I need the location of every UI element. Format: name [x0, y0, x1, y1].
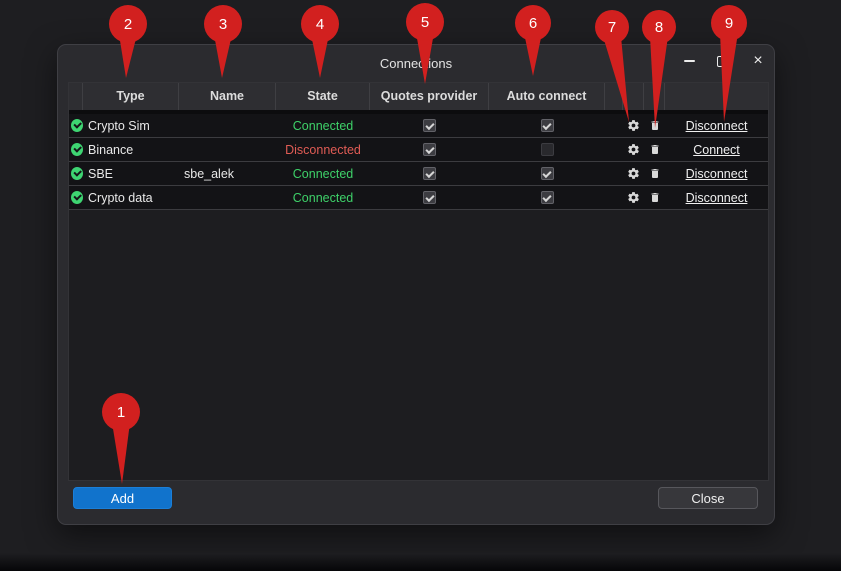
svg-text:7: 7 [608, 19, 616, 36]
column-header-status [69, 83, 83, 110]
connection-action-link[interactable]: Disconnect [686, 119, 748, 133]
status-ok-icon [71, 191, 83, 204]
table-body: Crypto Sim Connected Disconnect Binance … [69, 114, 768, 210]
auto-connect-checkbox[interactable] [541, 143, 554, 156]
status-ok-icon [71, 119, 83, 132]
status-ok-icon [71, 167, 83, 180]
connection-state: Connected [276, 114, 370, 137]
quotes-provider-checkbox[interactable] [423, 119, 436, 132]
delete-trash-icon[interactable] [644, 138, 665, 161]
connection-state: Disconnected [276, 138, 370, 161]
maximize-button[interactable] [708, 50, 736, 72]
auto-connect-checkbox[interactable] [541, 167, 554, 180]
svg-text:8: 8 [655, 19, 663, 36]
column-header-name: Name [179, 83, 276, 110]
connection-action-link[interactable]: Disconnect [686, 191, 748, 205]
delete-trash-icon[interactable] [644, 186, 665, 209]
table-row: Crypto data Connected Disconnect [69, 186, 768, 210]
connection-type: Crypto data [83, 186, 179, 209]
close-icon: × [753, 50, 762, 72]
quotes-provider-checkbox[interactable] [423, 143, 436, 156]
column-header-settings [623, 83, 644, 110]
column-header-spacer [605, 83, 623, 110]
delete-trash-icon[interactable] [644, 114, 665, 137]
connections-dialog: Connections × Type Name State Quotes pro… [57, 44, 775, 525]
connection-state: Connected [276, 186, 370, 209]
table-row: SBE sbe_alek Connected Disconnect [69, 162, 768, 186]
connection-type: Crypto Sim [83, 114, 179, 137]
connections-table: Type Name State Quotes provider Auto con… [68, 82, 769, 481]
connection-type: Binance [83, 138, 179, 161]
connection-type: SBE [83, 162, 179, 185]
table-row: Crypto Sim Connected Disconnect [69, 114, 768, 138]
connection-name [179, 138, 276, 161]
status-ok-icon [71, 143, 83, 156]
table-header-row: Type Name State Quotes provider Auto con… [69, 83, 768, 110]
title-bar: Connections × [58, 45, 774, 82]
connection-name: sbe_alek [179, 162, 276, 185]
auto-connect-checkbox[interactable] [541, 119, 554, 132]
settings-gear-icon[interactable] [623, 138, 644, 161]
column-header-state: State [276, 83, 370, 110]
settings-gear-icon[interactable] [623, 114, 644, 137]
svg-text:6: 6 [529, 15, 537, 32]
close-window-button[interactable]: × [744, 50, 772, 72]
connection-action-link[interactable]: Connect [693, 143, 740, 157]
table-row: Binance Disconnected Connect [69, 138, 768, 162]
quotes-provider-checkbox[interactable] [423, 167, 436, 180]
quotes-provider-checkbox[interactable] [423, 191, 436, 204]
svg-text:4: 4 [316, 16, 324, 33]
connection-state: Connected [276, 162, 370, 185]
auto-connect-checkbox[interactable] [541, 191, 554, 204]
svg-text:5: 5 [421, 14, 429, 31]
connection-action-link[interactable]: Disconnect [686, 167, 748, 181]
svg-text:2: 2 [124, 16, 132, 33]
delete-trash-icon[interactable] [644, 162, 665, 185]
bottom-shadow-strip [0, 553, 841, 571]
close-button[interactable]: Close [658, 487, 758, 509]
connection-name [179, 114, 276, 137]
settings-gear-icon[interactable] [623, 162, 644, 185]
add-button[interactable]: Add [73, 487, 172, 509]
column-header-quotes-provider: Quotes provider [370, 83, 489, 110]
settings-gear-icon[interactable] [623, 186, 644, 209]
minimize-button[interactable] [675, 50, 703, 72]
connection-name [179, 186, 276, 209]
minimize-icon [684, 60, 695, 62]
column-header-auto-connect: Auto connect [489, 83, 605, 110]
maximize-icon [717, 56, 728, 67]
column-header-type: Type [83, 83, 179, 110]
svg-text:3: 3 [219, 16, 227, 33]
column-header-delete [644, 83, 665, 110]
column-header-action [665, 83, 768, 110]
svg-text:9: 9 [725, 15, 733, 32]
window-title: Connections [58, 45, 774, 82]
